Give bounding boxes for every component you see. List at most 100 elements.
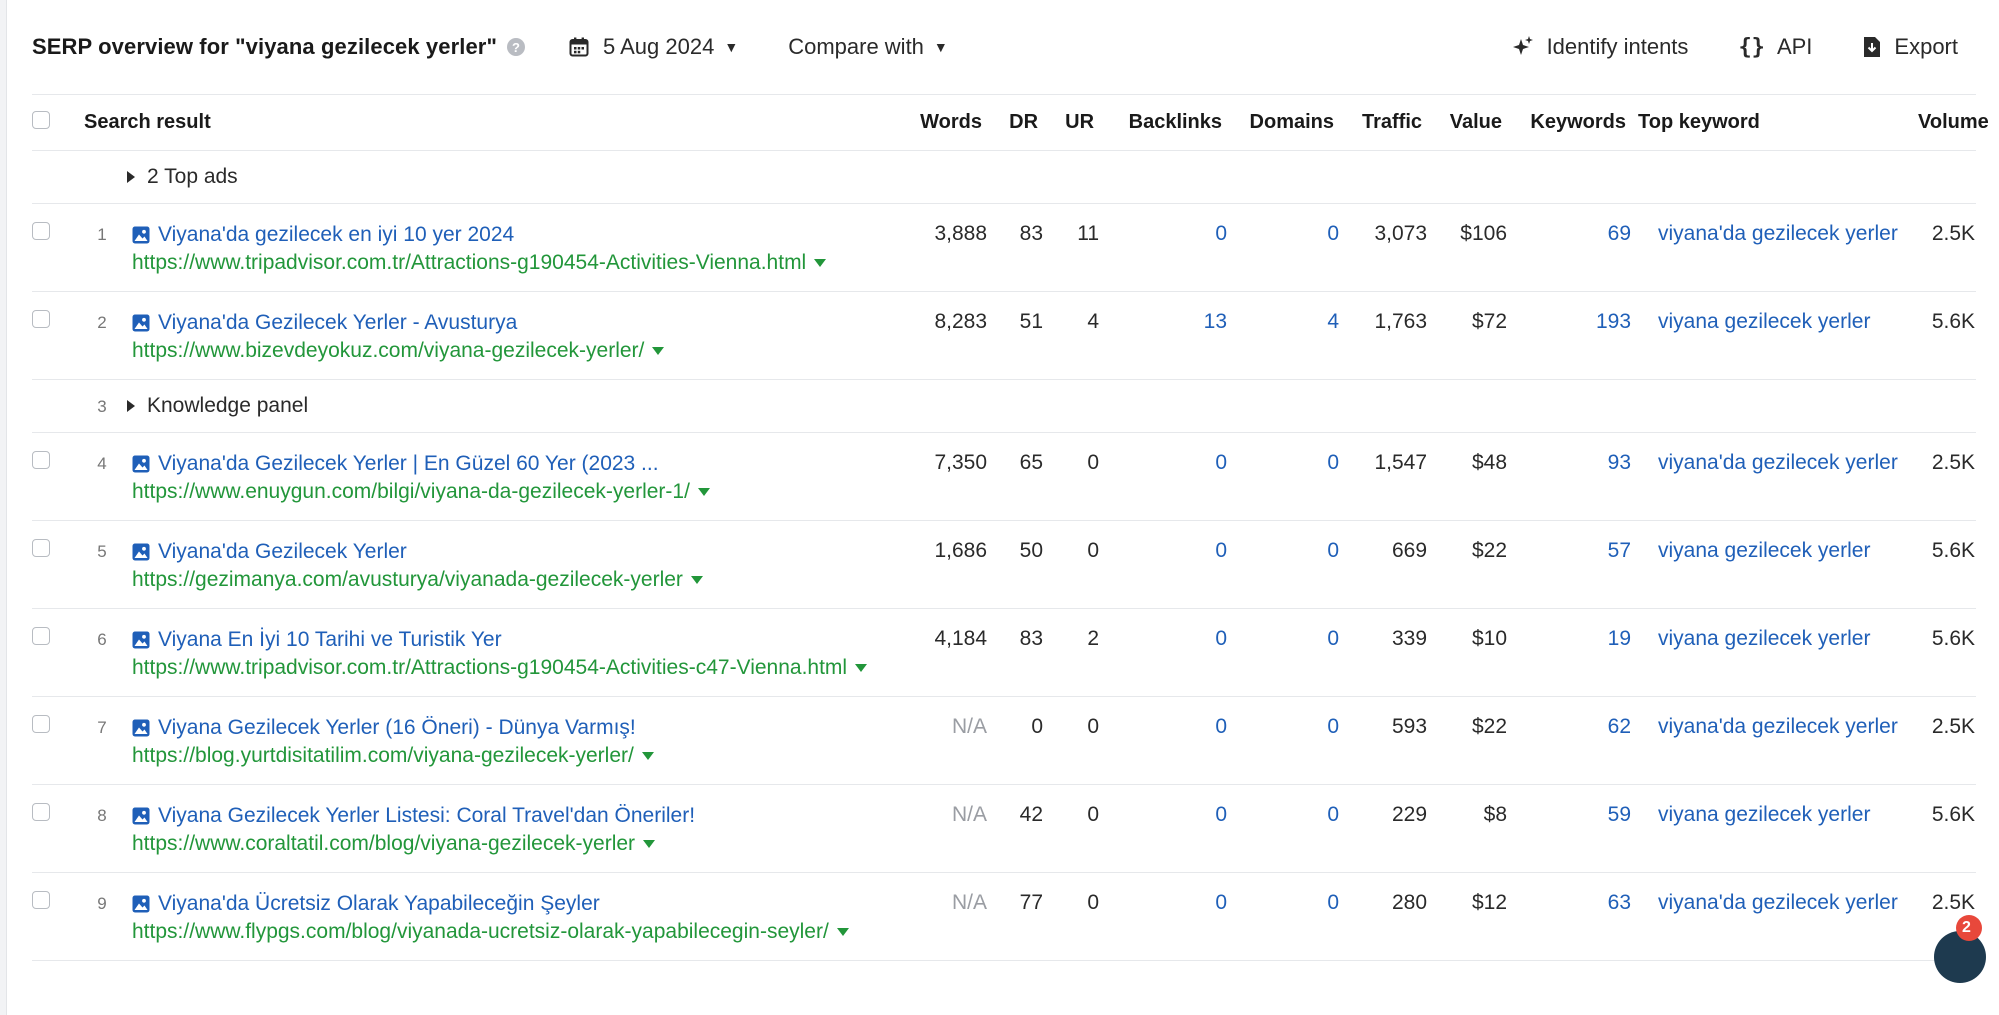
url-dropdown-icon[interactable] [855, 664, 868, 673]
col-ur[interactable]: UR [1044, 95, 1101, 151]
backlinks-link[interactable]: 13 [1204, 310, 1227, 333]
url-dropdown-icon[interactable] [641, 752, 654, 761]
result-title-link[interactable]: Viyana Gezilecek Yerler Listesi: Coral T… [132, 803, 888, 829]
identify-intents-button[interactable]: Identify intents [1511, 34, 1688, 60]
backlinks-link[interactable]: 0 [1215, 539, 1227, 562]
col-top-keyword[interactable]: Top keyword [1632, 95, 1913, 151]
keywords-link[interactable]: 63 [1608, 891, 1631, 914]
volume-value: 2.5K [1931, 222, 1976, 245]
backlinks-link[interactable]: 0 [1215, 627, 1227, 650]
serp-overview-panel: SERP overview for "viyana gezilecek yerl… [32, 0, 1989, 983]
select-all-checkbox[interactable] [32, 110, 50, 129]
table-row: 1 Viyana'da gezilecek en iyi 10 yer 2024 h… [32, 203, 1977, 292]
help-icon[interactable]: ? [507, 38, 525, 56]
row-checkbox[interactable] [32, 891, 50, 909]
top-ads-row: 2 Top ads [32, 150, 1977, 204]
keywords-link[interactable]: 69 [1608, 222, 1631, 245]
col-keywords[interactable]: Keywords [1508, 95, 1633, 151]
dr-value: 50 [1019, 539, 1044, 562]
domains-link[interactable]: 0 [1327, 715, 1339, 738]
result-url[interactable]: https://www.flypgs.com/blog/viyanada-ucr… [132, 920, 829, 943]
result-title-link[interactable]: Viyana'da gezilecek en iyi 10 yer 2024 [132, 222, 888, 248]
backlinks-link[interactable]: 0 [1215, 451, 1227, 474]
url-dropdown-icon[interactable] [690, 576, 703, 585]
result-url[interactable]: https://blog.yurtdisitatilim.com/viyana-… [132, 744, 634, 767]
ur-value: 0 [1087, 539, 1100, 562]
keywords-link[interactable]: 59 [1608, 803, 1631, 826]
top-keyword-link[interactable]: viyana'da gezilecek yerler [1658, 451, 1898, 474]
keywords-link[interactable]: 193 [1596, 310, 1631, 333]
words-value: 3,888 [934, 222, 988, 245]
result-title-link[interactable]: Viyana'da Gezilecek Yerler [132, 539, 888, 565]
domains-link[interactable]: 0 [1327, 891, 1339, 914]
top-ads-expander[interactable]: 2 Top ads [127, 165, 1975, 189]
keywords-link[interactable]: 93 [1608, 451, 1631, 474]
api-button[interactable]: {} API [1738, 34, 1812, 60]
url-dropdown-icon[interactable] [814, 259, 827, 268]
top-keyword-link[interactable]: viyana'da gezilecek yerler [1658, 891, 1898, 914]
domains-link[interactable]: 0 [1327, 222, 1339, 245]
domains-link[interactable]: 0 [1327, 539, 1339, 562]
col-traffic[interactable]: Traffic [1340, 95, 1429, 151]
domains-link[interactable]: 0 [1327, 803, 1339, 826]
url-dropdown-icon[interactable] [836, 928, 849, 937]
keywords-link[interactable]: 57 [1608, 539, 1631, 562]
result-cell: Viyana'da Gezilecek Yerler - Avusturya ht… [126, 291, 899, 380]
domains-link[interactable]: 0 [1327, 627, 1339, 650]
result-url[interactable]: https://www.tripadvisor.com.tr/Attractio… [132, 251, 806, 274]
col-backlinks[interactable]: Backlinks [1100, 95, 1229, 151]
backlinks-link[interactable]: 0 [1215, 891, 1227, 914]
col-dr[interactable]: DR [988, 95, 1045, 151]
top-keyword-link[interactable]: viyana gezilecek yerler [1658, 627, 1870, 650]
domains-link[interactable]: 4 [1327, 310, 1339, 333]
row-checkbox[interactable] [32, 803, 50, 821]
url-dropdown-icon[interactable] [652, 347, 665, 356]
knowledge-panel-label: Knowledge panel [147, 394, 309, 417]
url-dropdown-icon[interactable] [643, 840, 656, 849]
backlinks-link[interactable]: 0 [1215, 715, 1227, 738]
export-button[interactable]: Export [1862, 34, 1958, 60]
result-title-link[interactable]: Viyana En İyi 10 Tarihi ve Turistik Yer [132, 627, 888, 653]
col-domains[interactable]: Domains [1228, 95, 1341, 151]
col-words[interactable]: Words [898, 95, 989, 151]
result-title-link[interactable]: Viyana Gezilecek Yerler (16 Öneri) - Dün… [132, 715, 888, 741]
row-checkbox[interactable] [32, 715, 50, 733]
url-dropdown-icon[interactable] [697, 488, 710, 497]
result-url[interactable]: https://www.tripadvisor.com.tr/Attractio… [132, 656, 847, 679]
row-checkbox[interactable] [32, 451, 50, 469]
traffic-value: 280 [1391, 891, 1428, 914]
domains-link[interactable]: 0 [1327, 451, 1339, 474]
chat-widget-button[interactable] [1934, 931, 1986, 983]
col-search-result[interactable]: Search result [78, 95, 899, 151]
top-keyword-link[interactable]: viyana gezilecek yerler [1658, 803, 1870, 826]
value-amount: $22 [1471, 539, 1508, 562]
date-picker[interactable]: 5 Aug 2024 ▼ [569, 34, 738, 60]
backlinks-link[interactable]: 0 [1215, 222, 1227, 245]
keywords-link[interactable]: 62 [1608, 715, 1631, 738]
volume-value: 5.6K [1931, 627, 1976, 650]
result-url[interactable]: https://www.bizevdeyokuz.com/viyana-gezi… [132, 339, 644, 362]
top-keyword-link[interactable]: viyana'da gezilecek yerler [1658, 222, 1898, 245]
row-checkbox[interactable] [32, 627, 50, 645]
result-url[interactable]: https://www.enuygun.com/bilgi/viyana-da-… [132, 480, 690, 503]
top-keyword-link[interactable]: viyana gezilecek yerler [1658, 539, 1870, 562]
result-title-link[interactable]: Viyana'da Gezilecek Yerler - Avusturya [132, 310, 888, 336]
compare-with-dropdown[interactable]: Compare with ▼ [788, 34, 948, 60]
ur-value: 0 [1087, 891, 1100, 914]
top-keyword-link[interactable]: viyana gezilecek yerler [1658, 310, 1870, 333]
knowledge-panel-expander[interactable]: Knowledge panel [127, 394, 1975, 418]
backlinks-link[interactable]: 0 [1215, 803, 1227, 826]
col-volume[interactable]: Volume [1912, 95, 1989, 151]
result-title-link[interactable]: Viyana'da Gezilecek Yerler | En Güzel 60… [132, 451, 888, 477]
ur-value: 0 [1087, 451, 1100, 474]
col-value[interactable]: Value [1428, 95, 1509, 151]
row-checkbox[interactable] [32, 222, 50, 240]
row-checkbox[interactable] [32, 310, 50, 328]
result-url[interactable]: https://gezimanya.com/avusturya/viyanada… [132, 568, 683, 591]
result-title-link[interactable]: Viyana'da Ücretsiz Olarak Yapabileceğin … [132, 891, 888, 917]
row-checkbox[interactable] [32, 539, 50, 557]
top-keyword-link[interactable]: viyana'da gezilecek yerler [1658, 715, 1898, 738]
result-url[interactable]: https://www.coraltatil.com/blog/viyana-g… [132, 832, 635, 855]
result-title: Viyana'da Gezilecek Yerler - Avusturya [158, 311, 518, 334]
keywords-link[interactable]: 19 [1608, 627, 1631, 650]
